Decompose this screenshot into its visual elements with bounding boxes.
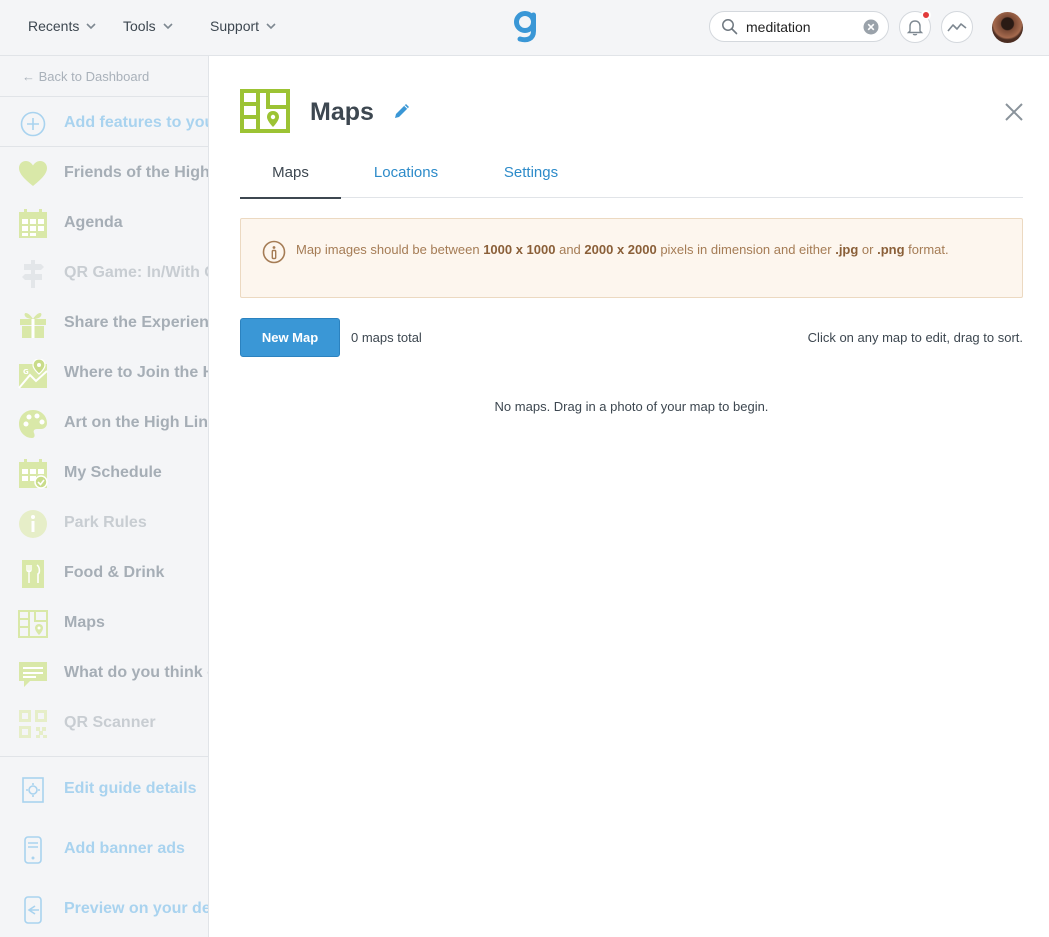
notice-text: Map images should be between 1000 x 1000…: [296, 242, 949, 257]
nav-support[interactable]: Support: [210, 0, 277, 52]
sidebar-item-label: Art on the High Line: [64, 414, 209, 431]
tab-bar: Maps Locations Settings: [240, 147, 1023, 199]
sidebar-item-share[interactable]: Share the Experience: [0, 298, 209, 348]
user-avatar[interactable]: [992, 12, 1023, 43]
sidebar-item-label: What do you think of the High Line?: [64, 664, 208, 681]
bell-icon: [906, 20, 924, 36]
maps-panel: Maps Maps Locations Settings Map images …: [210, 57, 1049, 937]
schedule-icon: [17, 458, 49, 490]
tab-settings[interactable]: Settings: [490, 147, 572, 198]
settings-icon: [17, 774, 49, 806]
sort-hint: Click on any map to edit, drag to sort.: [807, 330, 1023, 345]
search-input[interactable]: [746, 18, 858, 35]
new-map-button[interactable]: New Map: [240, 318, 340, 357]
sidebar-item-label: Maps: [64, 614, 105, 631]
sidebar-item-label: QR Scanner: [64, 714, 156, 731]
info-icon: [262, 240, 286, 264]
sidebar-item-label: Agenda: [64, 214, 123, 231]
svg-text:G: G: [23, 368, 29, 376]
sidebar: ← Back to Dashboard Add features to your…: [0, 56, 209, 937]
top-bar: Recents Tools Support: [0, 0, 1049, 56]
nav-tools-label: Tools: [123, 18, 156, 34]
sidebar-preview-device[interactable]: Preview on your device: [0, 884, 208, 934]
sidebar-item-friends[interactable]: Friends of the High Line: [0, 148, 209, 198]
tab-locations[interactable]: Locations: [360, 147, 452, 198]
sidebar-bottom-label: Preview on your device: [64, 900, 208, 917]
sidebar-item-label: Friends of the High Line: [64, 164, 209, 181]
back-to-dashboard-link[interactable]: ← Back to Dashboard: [22, 69, 149, 84]
edit-title-icon[interactable]: [392, 101, 412, 121]
search-icon: [721, 18, 738, 35]
sidebar-item-agenda[interactable]: Agenda: [0, 198, 208, 248]
clear-search-icon[interactable]: [863, 19, 879, 35]
sidebar-item-label: Park Rules: [64, 514, 147, 531]
guidebook-logo-icon[interactable]: [511, 9, 541, 45]
sidebar-item-label: My Schedule: [64, 464, 162, 481]
sidebar-item-park-rules[interactable]: Park Rules: [0, 498, 208, 548]
sidebar-divider: [0, 756, 208, 757]
sidebar-item-maps[interactable]: Maps: [0, 598, 208, 648]
food-icon: [17, 558, 49, 590]
empty-state-message: No maps. Drag in a photo of your map to …: [494, 399, 769, 414]
sidebar-add-features-label: Add features to your guide: [64, 114, 208, 131]
chevron-down-icon: [162, 20, 174, 32]
chevron-down-icon: [265, 20, 277, 32]
sidebar-item-where-to-join[interactable]: G Where to Join the High Line: [0, 348, 208, 398]
sidebar-item-label: Where to Join the High Line: [64, 364, 208, 381]
comment-icon: [17, 658, 49, 690]
sidebar-edit-guide-details[interactable]: Edit guide details: [0, 764, 208, 814]
notification-badge: [921, 10, 931, 20]
sidebar-item-label: Food & Drink: [64, 564, 165, 581]
activity-icon: [947, 23, 967, 32]
activity-button[interactable]: [941, 11, 973, 43]
sidebar-item-food[interactable]: Food & Drink: [0, 548, 208, 598]
sidebar-item-label: QR Game: In/With Color: [64, 264, 208, 281]
palette-icon: [17, 408, 49, 440]
calendar-icon: [17, 208, 49, 240]
notifications-button[interactable]: [899, 10, 931, 43]
close-icon[interactable]: [1003, 101, 1025, 123]
sidebar-item-schedule[interactable]: My Schedule: [0, 448, 208, 498]
nav-recents-label: Recents: [28, 18, 80, 34]
tab-maps[interactable]: Maps: [240, 147, 341, 199]
nav-support-label: Support: [210, 18, 260, 34]
sidebar-add-features[interactable]: Add features to your guide: [0, 98, 208, 148]
sidebar-item-feedback[interactable]: What do you think of the High Line?: [0, 648, 208, 698]
phone-icon: [17, 834, 49, 866]
chevron-down-icon: [85, 20, 97, 32]
preview-icon: [17, 894, 49, 926]
sidebar-bottom-label: Add banner ads: [64, 840, 185, 857]
sidebar-item-art[interactable]: Art on the High Line: [0, 398, 209, 448]
maps-count: 0 maps total: [351, 330, 422, 345]
signpost-icon: [17, 258, 49, 290]
sidebar-divider: [0, 146, 208, 147]
nav-recents[interactable]: Recents: [28, 0, 97, 52]
sidebar-add-banner-ads[interactable]: Add banner ads: [0, 824, 208, 874]
sidebar-item-qr-game[interactable]: QR Game: In/With Color: [0, 248, 208, 298]
info-icon: [17, 508, 49, 540]
sidebar-divider: [0, 96, 208, 97]
maps-feature-icon: [240, 89, 290, 133]
sidebar-item-label: Share the Experience: [64, 314, 209, 331]
sidebar-bottom-label: Edit guide details: [64, 780, 197, 797]
qr-icon: [17, 708, 49, 740]
nav-tools[interactable]: Tools: [123, 0, 174, 52]
heart-icon: [17, 158, 49, 190]
sidebar-item-qr-scanner[interactable]: QR Scanner: [0, 698, 208, 748]
map-pin-icon: G: [17, 358, 49, 390]
maps-icon: [17, 608, 49, 640]
image-size-notice: Map images should be between 1000 x 1000…: [240, 218, 1023, 298]
plus-circle-icon: [17, 108, 49, 140]
search-box: [709, 11, 889, 42]
gift-icon: [17, 308, 49, 340]
page-title: Maps: [310, 98, 374, 126]
